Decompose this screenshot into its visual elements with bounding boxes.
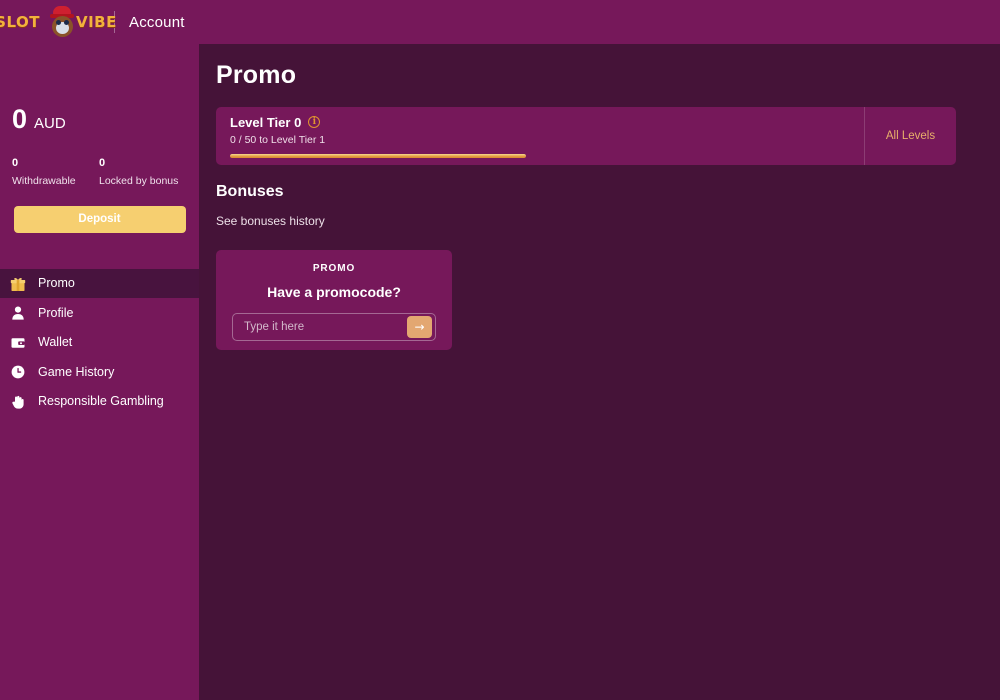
page-title: Promo bbox=[216, 62, 956, 90]
balance-panel: 0 AUD 0 Withdrawable 0 Locked by bonus D… bbox=[0, 44, 199, 233]
promo-card-kicker: PROMO bbox=[232, 264, 436, 274]
sidebar-item-profile[interactable]: Profile bbox=[0, 298, 199, 328]
tier-progress-fill bbox=[230, 154, 526, 158]
sidebar-item-promo[interactable]: Promo bbox=[0, 269, 199, 299]
logo-text-vibe: VIBE bbox=[76, 15, 117, 30]
sidebar-item-responsible-gambling[interactable]: Responsible Gambling bbox=[0, 387, 199, 417]
stat-withdrawable: 0 Withdrawable bbox=[12, 157, 99, 188]
promo-code-input[interactable] bbox=[233, 314, 407, 340]
locked-label: Locked by bonus bbox=[99, 175, 178, 188]
sidebar-item-game-history[interactable]: Game History bbox=[0, 357, 199, 387]
deposit-button[interactable]: Deposit bbox=[14, 206, 186, 233]
tier-title-row: Level Tier 0 i bbox=[230, 116, 864, 129]
tier-all-levels-cell: All Levels bbox=[864, 107, 956, 165]
tier-title: Level Tier 0 bbox=[230, 116, 301, 129]
tier-progress-bar bbox=[230, 154, 526, 158]
withdrawable-label: Withdrawable bbox=[12, 175, 99, 188]
sidebar: 0 AUD 0 Withdrawable 0 Locked by bonus D… bbox=[0, 0, 199, 700]
level-tier-card: Level Tier 0 i 0 / 50 to Level Tier 1 Al… bbox=[216, 107, 956, 165]
sidebar-item-label-profile: Profile bbox=[38, 307, 73, 320]
locked-value: 0 bbox=[99, 157, 178, 170]
person-icon bbox=[8, 304, 27, 323]
sidebar-item-wallet[interactable]: Wallet bbox=[0, 328, 199, 358]
promo-card-heading: Have a promocode? bbox=[232, 285, 436, 299]
hand-icon bbox=[8, 392, 27, 411]
bonuses-history-link[interactable]: See bonuses history bbox=[216, 215, 956, 227]
all-levels-link[interactable]: All Levels bbox=[886, 130, 935, 142]
balance-currency: AUD bbox=[34, 116, 66, 131]
app-root: SLOT VIBE Account 0 AUD 0 Wit bbox=[0, 0, 1000, 700]
promo-code-card: PROMO Have a promocode? → bbox=[216, 250, 452, 350]
info-icon[interactable]: i bbox=[308, 116, 320, 128]
site-logo[interactable]: SLOT VIBE bbox=[8, 2, 104, 42]
bonuses-section-title: Bonuses bbox=[216, 183, 956, 201]
sidebar-item-label-promo: Promo bbox=[38, 277, 75, 290]
logo-text-slot: SLOT bbox=[0, 15, 40, 30]
balance-main: 0 AUD bbox=[12, 106, 187, 133]
tier-info: Level Tier 0 i 0 / 50 to Level Tier 1 bbox=[216, 107, 864, 165]
promo-input-wrapper: → bbox=[232, 313, 436, 341]
header-account-link[interactable]: Account bbox=[129, 14, 185, 31]
top-header: SLOT VIBE Account bbox=[0, 0, 1000, 44]
balance-amount: 0 bbox=[12, 106, 27, 133]
sidebar-item-label-wallet: Wallet bbox=[38, 336, 72, 349]
clock-icon bbox=[8, 363, 27, 382]
sidebar-nav: Promo Profile bbox=[0, 269, 199, 417]
mascot-icon bbox=[49, 6, 75, 38]
gift-icon bbox=[8, 274, 27, 293]
withdrawable-value: 0 bbox=[12, 157, 99, 170]
tier-progress-text: 0 / 50 to Level Tier 1 bbox=[230, 135, 864, 146]
wallet-icon bbox=[8, 333, 27, 352]
stat-locked-by-bonus: 0 Locked by bonus bbox=[99, 157, 178, 188]
main-content: Promo Level Tier 0 i 0 / 50 to Level Tie… bbox=[199, 44, 1000, 700]
balance-stats: 0 Withdrawable 0 Locked by bonus bbox=[12, 157, 187, 188]
sidebar-item-label-game-history: Game History bbox=[38, 366, 114, 379]
sidebar-item-label-responsible-gambling: Responsible Gambling bbox=[38, 395, 164, 408]
promo-submit-button[interactable]: → bbox=[407, 316, 432, 338]
